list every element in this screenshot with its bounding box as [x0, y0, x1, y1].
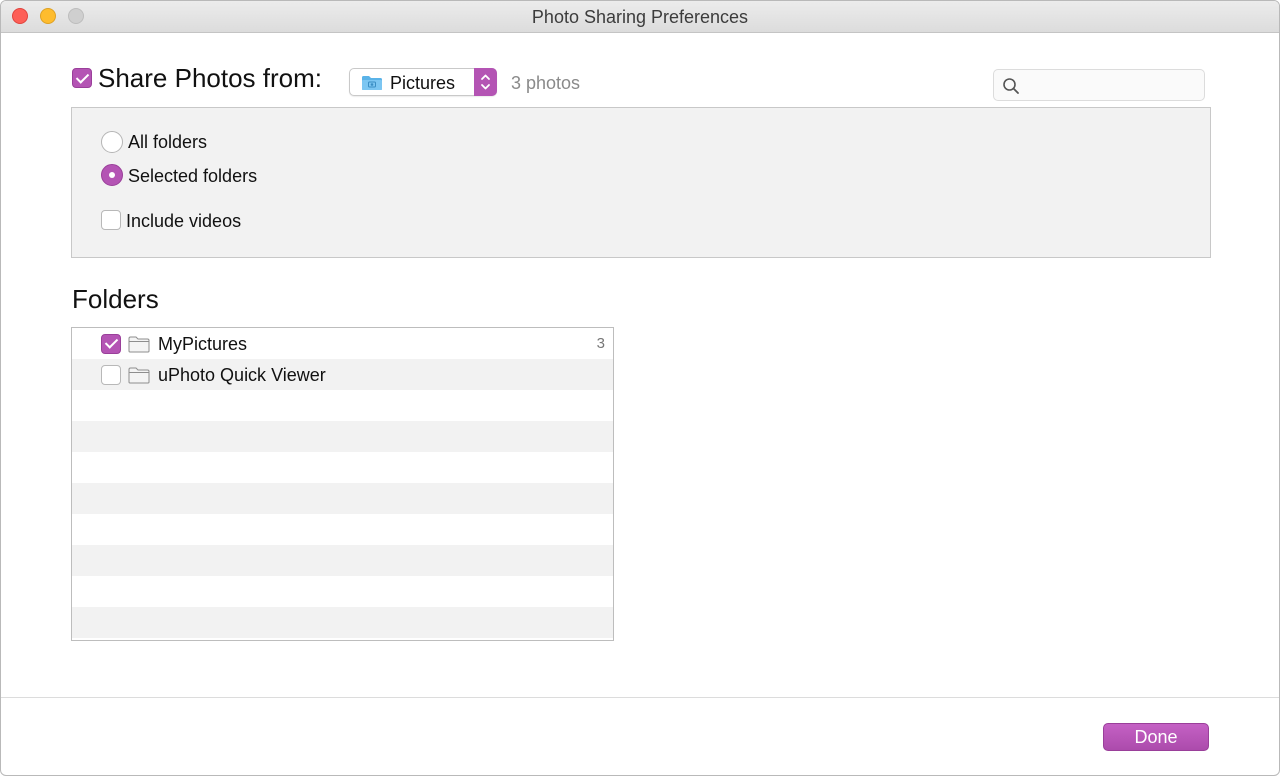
folder-checkbox-uphoto-quick-viewer[interactable] [101, 365, 121, 385]
search-input[interactable] [1024, 74, 1198, 98]
footer-divider [1, 697, 1279, 698]
folder-icon [128, 367, 150, 384]
empty-row [72, 390, 613, 421]
radio-dot-icon [109, 172, 115, 178]
folders-heading: Folders [72, 284, 159, 314]
folder-row-uphoto-quick-viewer[interactable]: uPhoto Quick Viewer [72, 359, 613, 390]
folder-photo-count: 3 [596, 335, 605, 352]
popup-chevrons-icon [474, 68, 497, 96]
source-popup-label: Pictures [390, 73, 456, 93]
search-icon [1003, 78, 1019, 94]
source-popup-button[interactable]: Pictures [349, 68, 497, 96]
folder-icon [128, 336, 150, 353]
search-field[interactable] [993, 69, 1205, 101]
empty-row [72, 452, 613, 483]
include-videos-label: Include videos [126, 211, 242, 231]
empty-row [72, 483, 613, 514]
include-videos-checkbox[interactable] [101, 210, 121, 230]
empty-row [72, 545, 613, 576]
selected-folders-radio[interactable] [101, 164, 123, 186]
done-button[interactable]: Done [1103, 723, 1209, 751]
preferences-window: Photo Sharing Preferences Share Photos f… [0, 0, 1280, 776]
selected-folders-label: Selected folders [128, 166, 258, 186]
all-folders-radio[interactable] [101, 131, 123, 153]
photo-count-label: 3 photos [511, 73, 581, 93]
folder-row-mypictures[interactable]: MyPictures 3 [72, 328, 613, 359]
folder-checkbox-mypictures[interactable] [101, 334, 121, 354]
sharing-options-panel: All folders Selected folders Include vid… [71, 107, 1211, 258]
share-photos-checkbox[interactable] [72, 68, 92, 88]
all-folders-label: All folders [128, 132, 208, 152]
title-bar: Photo Sharing Preferences [1, 1, 1279, 33]
empty-row [72, 514, 613, 545]
window-title: Photo Sharing Preferences [531, 7, 749, 27]
checkmark-icon [75, 70, 90, 84]
folder-name: MyPictures [158, 334, 248, 354]
empty-row [72, 421, 613, 452]
empty-row [72, 607, 613, 638]
folder-list: MyPictures 3 uPhoto Quick Viewer [71, 327, 614, 641]
checkmark-icon [104, 335, 119, 349]
folder-name: uPhoto Quick Viewer [158, 365, 326, 385]
share-photos-label: Share Photos from: [98, 63, 322, 93]
pictures-folder-icon [362, 76, 382, 90]
empty-row [72, 576, 613, 607]
